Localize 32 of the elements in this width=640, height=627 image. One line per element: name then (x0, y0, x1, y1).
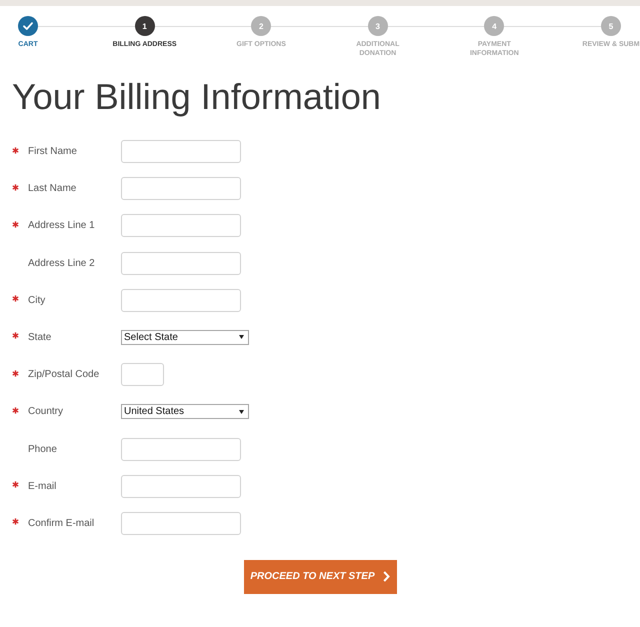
input-field[interactable] (121, 140, 241, 163)
field-label: Address Line 2 (28, 258, 96, 269)
chevron-right-icon (382, 571, 390, 582)
field-label: State (28, 332, 52, 343)
input-field[interactable] (121, 438, 241, 460)
page-title: Your Billing Information (12, 77, 382, 117)
field-label: E-mail (28, 480, 58, 492)
caret-icon (239, 410, 244, 414)
field-label: Phone (28, 444, 58, 454)
field-label: First Name (28, 146, 78, 157)
step-number: 2 (251, 16, 272, 36)
select-dropdown[interactable]: Select State (121, 330, 249, 345)
field-label: City (28, 294, 46, 306)
field-label: Zip/Postal Code (28, 369, 100, 380)
input-field[interactable] (121, 288, 241, 312)
input-field[interactable] (121, 512, 241, 535)
input-field[interactable] (121, 177, 241, 200)
field-label: Last Name (28, 183, 78, 194)
input-field[interactable] (121, 474, 241, 498)
input-field[interactable] (121, 363, 164, 386)
field-label: Confirm E-mail (28, 518, 96, 529)
field-label: Country (28, 406, 64, 418)
caret-icon (239, 335, 244, 340)
input-field[interactable] (121, 252, 241, 275)
input-field[interactable] (121, 214, 241, 238)
step-number: 4 (484, 16, 504, 36)
step-number: 3 (368, 16, 388, 36)
select-dropdown[interactable]: United States (121, 404, 249, 420)
step-number: 5 (600, 16, 621, 36)
step-number: 1 (134, 16, 155, 36)
field-label: Address Line 1 (28, 220, 96, 232)
proceed-button[interactable]: PROCEED TO NEXT STEP (244, 560, 396, 594)
